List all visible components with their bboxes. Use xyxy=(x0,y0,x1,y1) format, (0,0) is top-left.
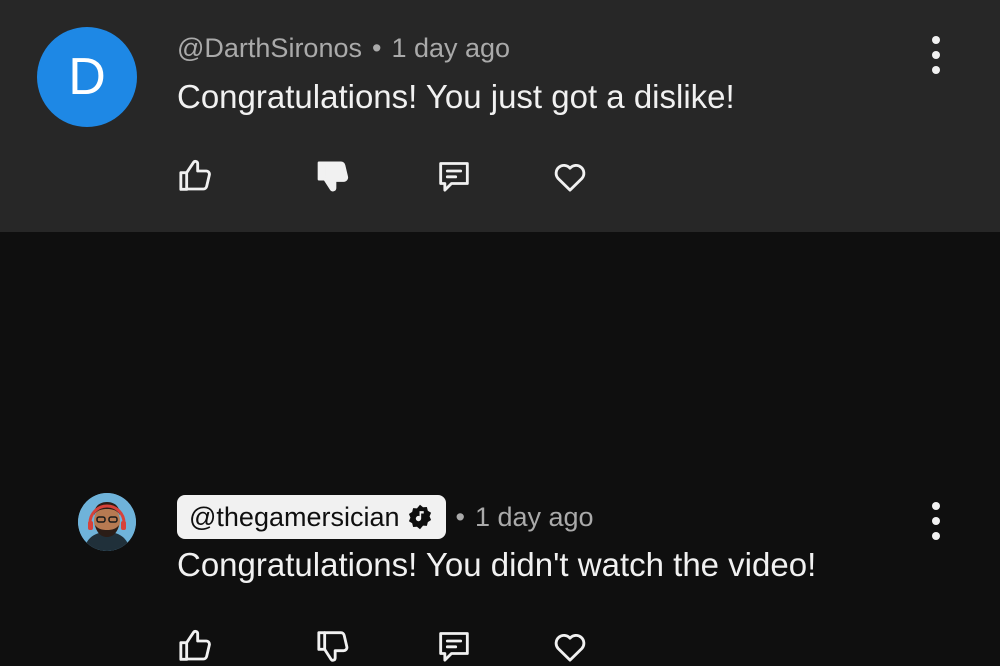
reply-icon[interactable] xyxy=(434,156,474,196)
author-name: @thegamersician xyxy=(189,501,400,532)
author-name[interactable]: @DarthSironos xyxy=(177,33,362,64)
heart-icon[interactable] xyxy=(550,156,590,196)
avatar[interactable] xyxy=(78,493,136,551)
comment-item-1: D @DarthSironos • 1 day ago Congratulati… xyxy=(0,0,1000,232)
music-note-badge-icon xyxy=(408,504,431,530)
comment-header: @DarthSironos • 1 day ago xyxy=(177,30,510,66)
comment-text: Congratulations! You didn't watch the vi… xyxy=(177,546,817,583)
heart-icon[interactable] xyxy=(550,626,590,666)
separator: • xyxy=(371,32,382,63)
more-vertical-icon[interactable] xyxy=(924,36,948,74)
comment-item-2: @thegamersician • 1 day ago Congratulati… xyxy=(0,232,1000,662)
comment-header: @thegamersician • 1 day ago xyxy=(177,494,594,540)
reply-icon[interactable] xyxy=(434,626,474,666)
like-icon[interactable] xyxy=(175,626,215,666)
creator-author-chip[interactable]: @thegamersician xyxy=(177,495,446,539)
dislike-icon[interactable] xyxy=(313,626,353,666)
comment-timestamp[interactable]: 1 day ago xyxy=(391,33,510,64)
like-icon[interactable] xyxy=(175,156,215,196)
more-vertical-icon[interactable] xyxy=(924,502,948,540)
comment-timestamp[interactable]: 1 day ago xyxy=(475,502,594,533)
avatar[interactable]: D xyxy=(37,27,137,127)
separator: • xyxy=(455,501,465,532)
dislike-icon[interactable] xyxy=(313,156,353,196)
comment-text: Congratulations! You just got a dislike! xyxy=(177,78,735,115)
